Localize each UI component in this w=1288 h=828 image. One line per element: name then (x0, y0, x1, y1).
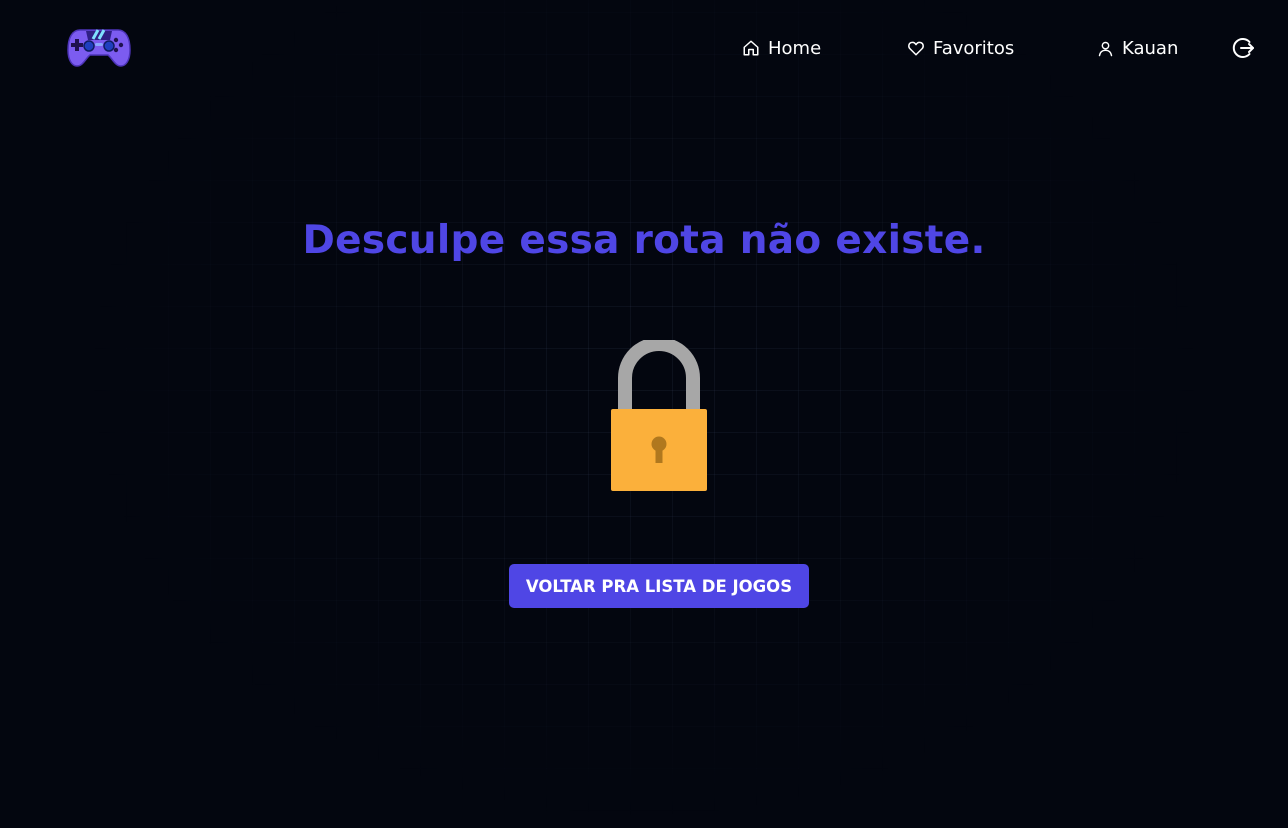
home-icon (743, 40, 759, 56)
page-title: Desculpe essa rota não existe. (302, 218, 986, 263)
gamepad-logo-icon[interactable] (66, 24, 132, 68)
back-to-games-button[interactable]: VOLTAR PRA LISTA DE JOGOS (509, 564, 809, 608)
logout-icon (1232, 38, 1254, 58)
nav-user-profile[interactable]: Kauan (1097, 36, 1178, 60)
nav-user-label: Kauan (1122, 37, 1179, 59)
user-icon (1098, 41, 1113, 56)
heart-icon (908, 41, 924, 56)
top-navbar: Home Favoritos Kauan (0, 0, 1288, 96)
logout-button[interactable] (1231, 36, 1255, 60)
nav-favoritos[interactable]: Favoritos (907, 36, 1014, 60)
padlock-icon (608, 337, 710, 494)
nav-home[interactable]: Home (742, 36, 821, 60)
nav-favoritos-label: Favoritos (933, 37, 1015, 59)
nav-home-label: Home (768, 37, 822, 59)
